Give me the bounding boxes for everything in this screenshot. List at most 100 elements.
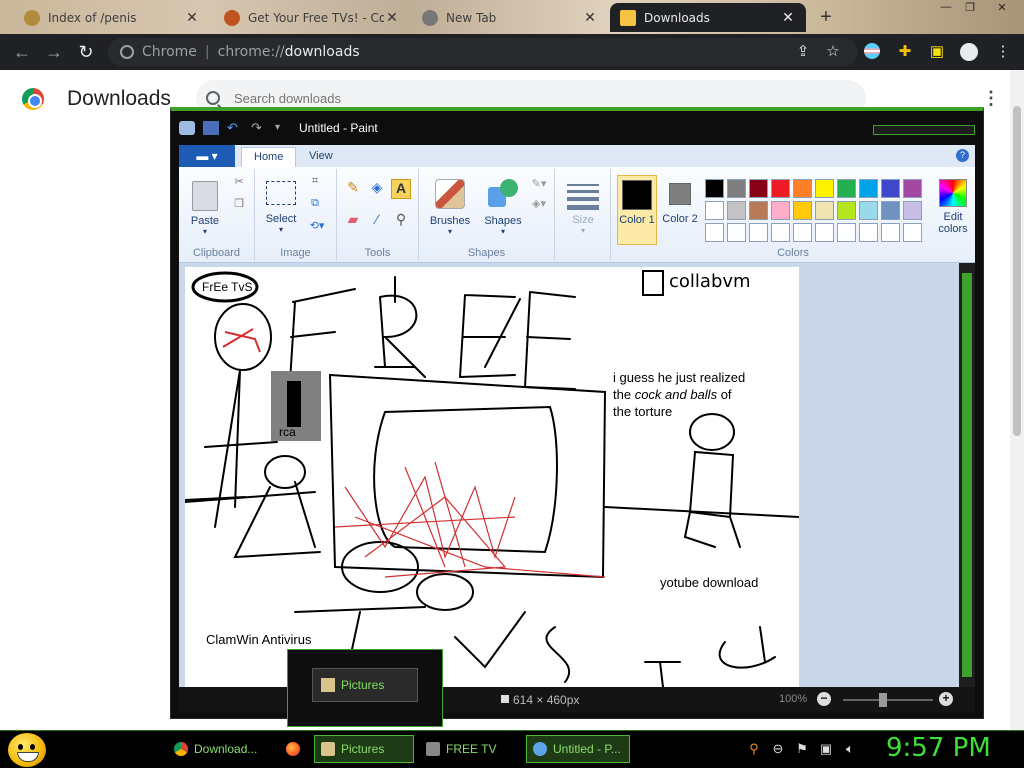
maximize-icon[interactable]: ❐ [958, 1, 982, 15]
color-swatch[interactable] [903, 179, 922, 198]
more-options-icon[interactable]: ⋮ [982, 88, 1000, 108]
size-button[interactable]: Size ▾ [563, 181, 603, 241]
minus-circle-tray-icon[interactable]: ⊖ [770, 741, 786, 757]
menu-kebab-icon[interactable]: ⋮ [994, 43, 1012, 61]
color-swatch[interactable] [793, 201, 812, 220]
paint-titlebar[interactable]: ↶ ↷ ▾ Untitled - Paint [171, 111, 983, 145]
cut-icon[interactable]: ✂ [231, 175, 247, 191]
taskbar-item-firefox[interactable] [278, 735, 308, 763]
forward-icon[interactable]: → [44, 42, 64, 62]
close-tab-icon[interactable]: ✕ [384, 10, 400, 26]
color-swatch[interactable] [705, 201, 724, 220]
extensions-puzzle-icon[interactable]: ✚ [896, 43, 914, 61]
taskbar-thumbnail-popup[interactable]: Pictures [287, 649, 443, 727]
help-icon[interactable]: ? [956, 149, 969, 162]
color-swatch[interactable] [815, 179, 834, 198]
outline-icon[interactable]: ✎▾ [529, 177, 549, 193]
color-swatch[interactable] [881, 201, 900, 220]
copy-icon[interactable]: ❐ [231, 197, 247, 213]
taskbar-item-paint[interactable]: Untitled - P... [526, 735, 630, 763]
color-swatch[interactable] [903, 201, 922, 220]
color-swatch[interactable] [727, 179, 746, 198]
start-button-smiley-icon[interactable] [8, 733, 46, 767]
text-tool-icon[interactable]: A [391, 179, 411, 199]
volume-icon[interactable]: 🔈︎ [842, 741, 858, 757]
color-swatch[interactable] [727, 201, 746, 220]
color-swatch[interactable] [815, 223, 834, 242]
close-tab-icon[interactable]: ✕ [780, 10, 796, 26]
tab-view[interactable]: View [297, 147, 345, 167]
select-button[interactable]: Select ▾ [261, 181, 301, 237]
action-center-flag-icon[interactable]: ⚑ [794, 741, 810, 757]
tab-free-tvs[interactable]: Get Your Free TVs! - Com ✕ [214, 3, 410, 32]
thumbnail-item[interactable]: Pictures [312, 668, 418, 702]
eraser-icon[interactable]: ▰ [343, 211, 363, 231]
undo-icon[interactable]: ↶ [227, 121, 243, 135]
brushes-button[interactable]: Brushes ▾ [425, 179, 475, 239]
magnifier-icon[interactable]: ⚲ [391, 211, 411, 231]
color-swatch[interactable] [881, 179, 900, 198]
edit-colors-button[interactable]: Edit colors [933, 175, 973, 245]
paste-button[interactable]: Paste ▾ [189, 181, 221, 237]
drawing-canvas[interactable]: FrEe TvS collabvm i guess he just realiz… [184, 267, 800, 688]
color-swatch[interactable] [837, 201, 856, 220]
redo-icon[interactable]: ↷ [251, 121, 267, 135]
color-swatch[interactable] [771, 201, 790, 220]
tab-home[interactable]: Home [241, 147, 297, 167]
color-swatch[interactable] [859, 179, 878, 198]
taskbar-item-pictures[interactable]: Pictures [314, 735, 414, 763]
rotate-icon[interactable]: ⟲▾ [305, 219, 329, 235]
network-icon[interactable]: ▣ [818, 741, 834, 757]
color-swatch[interactable] [771, 223, 790, 242]
bookmark-star-icon[interactable]: ☆ [824, 43, 842, 61]
resize-icon[interactable]: ⧉ [307, 197, 323, 213]
color-swatch[interactable] [793, 223, 812, 242]
side-panel-icon[interactable]: ▣ [928, 43, 946, 61]
zoom-in-icon[interactable]: + [939, 692, 953, 706]
color-swatch[interactable] [749, 223, 768, 242]
taskbar-item-free-tv[interactable]: FREE TV [420, 735, 520, 763]
canvas-scrollbar[interactable] [959, 263, 975, 687]
paint-window-controls[interactable] [873, 125, 975, 135]
color-swatch[interactable] [881, 223, 900, 242]
color-swatch[interactable] [837, 179, 856, 198]
color-swatch[interactable] [705, 179, 724, 198]
color-swatch[interactable] [771, 179, 790, 198]
tab-index-of[interactable]: Index of /penis ✕ [14, 3, 210, 32]
fill-bucket-icon[interactable]: ◈ [367, 179, 387, 199]
profile-avatar-icon[interactable] [960, 43, 978, 61]
close-tab-icon[interactable]: ✕ [184, 10, 200, 26]
color2-button[interactable]: Color 2 [661, 175, 699, 245]
back-icon[interactable]: ← [12, 42, 32, 62]
color-swatch[interactable] [793, 179, 812, 198]
zoom-slider[interactable] [843, 699, 933, 701]
color-swatch[interactable] [815, 201, 834, 220]
color-swatch[interactable] [859, 223, 878, 242]
minimize-icon[interactable]: — [934, 1, 958, 15]
zoom-slider-thumb[interactable] [879, 693, 887, 707]
reload-icon[interactable]: ↻ [76, 42, 96, 62]
color-swatch[interactable] [705, 223, 724, 242]
file-menu-button[interactable]: ▬ ▾ [179, 145, 235, 167]
tab-downloads[interactable]: Downloads ✕ [610, 3, 806, 32]
extension-flag-icon[interactable] [864, 43, 882, 61]
close-tab-icon[interactable]: ✕ [582, 10, 598, 26]
taskbar-clock[interactable]: 9:57 PM [886, 733, 991, 763]
share-icon[interactable]: ⇪ [794, 43, 812, 61]
pencil-icon[interactable]: ✎ [343, 179, 363, 199]
address-bar[interactable]: Chrome | chrome:// downloads [108, 38, 858, 66]
scrollbar-track[interactable] [962, 273, 972, 677]
color1-button[interactable]: Color 1 [617, 175, 657, 245]
taskbar-item-chrome[interactable]: Download... [168, 735, 268, 763]
close-window-icon[interactable]: ✕ [990, 1, 1014, 15]
customize-quick-access-icon[interactable]: ▾ [275, 121, 291, 135]
color-swatch[interactable] [859, 201, 878, 220]
scrollbar-thumb[interactable] [1013, 106, 1021, 436]
color-swatch[interactable] [749, 201, 768, 220]
color-swatch[interactable] [727, 223, 746, 242]
color-swatch[interactable] [837, 223, 856, 242]
crop-icon[interactable]: ⌗ [307, 175, 323, 191]
zoom-out-icon[interactable]: − [817, 692, 831, 706]
save-icon[interactable] [203, 121, 219, 135]
search-input[interactable] [234, 90, 734, 106]
